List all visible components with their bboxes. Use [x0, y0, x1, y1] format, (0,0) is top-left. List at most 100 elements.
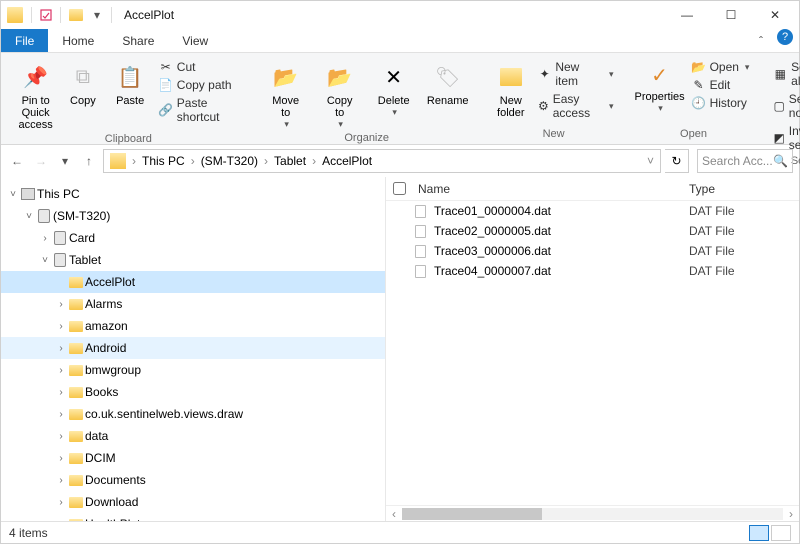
copy-to-button[interactable]: 📂Copy to — [316, 57, 364, 130]
cut-button[interactable]: ✂Cut — [157, 59, 242, 75]
edit-button[interactable]: ✎Edit — [690, 77, 752, 93]
paste-shortcut-button[interactable]: 🔗Paste shortcut — [157, 95, 242, 125]
view-details-button[interactable] — [749, 525, 769, 541]
move-to-button[interactable]: 📂Move to — [262, 57, 310, 130]
tree-item[interactable]: ›Documents — [1, 469, 386, 491]
help-icon[interactable]: ? — [777, 29, 793, 45]
nav-forward-button[interactable]: → — [31, 151, 51, 171]
nav-tree[interactable]: ˅This PC˅(SM-T320)›Card˅TabletAccelPlot›… — [1, 177, 386, 521]
expand-icon[interactable]: › — [55, 497, 67, 508]
tree-item[interactable]: ›bmwgroup — [1, 359, 386, 381]
tree-item[interactable]: ›Books — [1, 381, 386, 403]
col-name[interactable]: Name — [412, 182, 689, 196]
close-button[interactable]: ✕ — [753, 1, 797, 29]
expand-icon[interactable]: › — [55, 299, 67, 310]
ribbon-collapse-icon[interactable]: ˆ — [751, 29, 771, 52]
select-all-checkbox[interactable] — [393, 182, 406, 195]
selectnone-icon: ▢ — [773, 99, 784, 113]
nav-back-button[interactable]: ← — [7, 151, 27, 171]
tree-item[interactable]: ˅This PC — [1, 183, 386, 205]
tree-item[interactable]: ›co.uk.sentinelweb.views.draw — [1, 403, 386, 425]
moveto-icon: 📂 — [270, 61, 302, 93]
tree-item[interactable]: ˅Tablet — [1, 249, 386, 271]
tree-item[interactable]: ›HealthPlot — [1, 513, 386, 521]
fld-icon — [67, 409, 85, 420]
expand-icon[interactable]: › — [55, 343, 67, 354]
expand-icon[interactable]: › — [55, 409, 67, 420]
tab-view[interactable]: View — [168, 29, 222, 52]
fld-icon — [67, 387, 85, 398]
expand-icon[interactable]: › — [39, 233, 51, 244]
breadcrumb-history-icon[interactable]: ˅ — [643, 154, 658, 168]
file-row[interactable]: Trace01_0000004.datDAT File — [386, 201, 799, 221]
tree-item[interactable]: ›Download — [1, 491, 386, 513]
file-list[interactable]: Trace01_0000004.datDAT FileTrace02_00000… — [386, 201, 799, 505]
expand-icon[interactable]: › — [55, 387, 67, 398]
expand-icon[interactable]: › — [55, 365, 67, 376]
breadcrumb-seg-0[interactable]: This PC — [138, 154, 189, 168]
maximize-button[interactable]: ☐ — [709, 1, 753, 29]
file-name: Trace03_0000006.dat — [428, 244, 689, 258]
paste-button[interactable]: 📋 Paste — [110, 57, 151, 107]
file-row[interactable]: Trace02_0000005.datDAT File — [386, 221, 799, 241]
tab-home[interactable]: Home — [48, 29, 108, 52]
open-button[interactable]: 📂Open — [690, 59, 752, 75]
file-icon — [412, 205, 428, 218]
nav-recent-button[interactable]: ▾ — [55, 151, 75, 171]
qat-properties-icon[interactable] — [39, 8, 53, 22]
qat-folder-icon[interactable] — [69, 9, 83, 21]
tree-item[interactable]: ›Android — [1, 337, 386, 359]
edit-icon: ✎ — [692, 78, 706, 92]
search-placeholder: Search Acc... — [702, 154, 773, 168]
delete-button[interactable]: ✕Delete — [370, 57, 418, 118]
tree-item[interactable]: ›DCIM — [1, 447, 386, 469]
col-type[interactable]: Type — [689, 182, 799, 196]
minimize-button[interactable]: — — [665, 1, 709, 29]
expand-icon[interactable]: › — [55, 321, 67, 332]
nav-up-button[interactable]: ↑ — [79, 151, 99, 171]
easy-access-button[interactable]: ⚙Easy access — [536, 91, 616, 121]
search-input[interactable]: Search Acc... 🔍 — [697, 149, 793, 173]
select-none-button[interactable]: ▢Select none — [771, 91, 800, 121]
refresh-button[interactable]: ↻ — [665, 149, 689, 173]
tab-file[interactable]: File — [1, 29, 48, 52]
tab-share[interactable]: Share — [108, 29, 168, 52]
tree-item[interactable]: ›data — [1, 425, 386, 447]
tree-item[interactable]: ›Alarms — [1, 293, 386, 315]
tree-item[interactable]: ›amazon — [1, 315, 386, 337]
view-icons-button[interactable] — [771, 525, 791, 541]
tree-item[interactable]: ›Card — [1, 227, 386, 249]
copy-path-button[interactable]: 📄Copy path — [157, 77, 242, 93]
select-all-button[interactable]: ▦Select all — [771, 59, 800, 89]
tree-item[interactable]: ˅(SM-T320) — [1, 205, 386, 227]
breadcrumb-seg-2[interactable]: Tablet — [270, 154, 310, 168]
expand-icon[interactable]: › — [55, 475, 67, 486]
properties-button[interactable]: ✓Properties — [636, 57, 684, 114]
file-row[interactable]: Trace03_0000006.datDAT File — [386, 241, 799, 261]
expand-icon[interactable]: ˅ — [7, 189, 19, 200]
rename-button[interactable]: 🏷Rename — [424, 57, 472, 107]
file-row[interactable]: Trace04_0000007.datDAT File — [386, 261, 799, 281]
horizontal-scrollbar[interactable]: ‹ › — [386, 505, 799, 521]
expand-icon[interactable]: › — [55, 519, 67, 522]
new-item-button[interactable]: ✦New item — [536, 59, 616, 89]
expand-icon[interactable]: › — [55, 453, 67, 464]
scroll-right-icon[interactable]: › — [783, 507, 799, 521]
expand-icon[interactable]: ˅ — [23, 211, 35, 222]
copy-button[interactable]: ⧉ Copy — [62, 57, 103, 107]
history-button[interactable]: 🕘History — [690, 95, 752, 111]
scroll-left-icon[interactable]: ‹ — [386, 507, 402, 521]
scroll-thumb[interactable] — [402, 508, 542, 520]
breadcrumb-seg-3[interactable]: AccelPlot — [318, 154, 376, 168]
paste-icon: 📋 — [114, 61, 146, 93]
qat-customize-icon[interactable]: ▾ — [90, 8, 104, 22]
expand-icon[interactable]: › — [55, 431, 67, 442]
expand-icon[interactable]: ˅ — [39, 255, 51, 266]
file-pane: Name Type Trace01_0000004.datDAT FileTra… — [386, 177, 799, 521]
breadcrumb-seg-1[interactable]: (SM-T320) — [197, 154, 262, 168]
tree-item[interactable]: AccelPlot — [1, 271, 386, 293]
column-headers[interactable]: Name Type — [386, 177, 799, 201]
pin-quickaccess-button[interactable]: 📌 Pin to Quick access — [15, 57, 56, 131]
breadcrumb[interactable]: › This PC › (SM-T320) › Tablet › AccelPl… — [103, 149, 661, 173]
new-folder-button[interactable]: New folder — [492, 57, 530, 119]
